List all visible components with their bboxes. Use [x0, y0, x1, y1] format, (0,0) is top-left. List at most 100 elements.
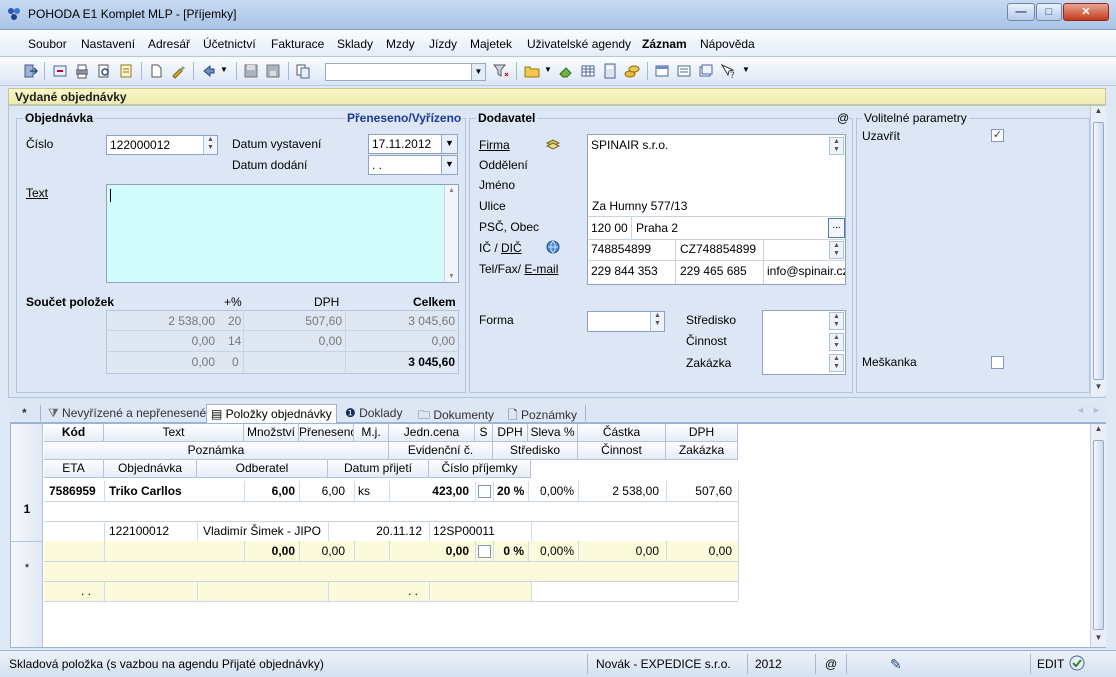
menu-napoveda[interactable]: Nápověda — [700, 37, 755, 51]
psc-value[interactable]: 120 00 — [591, 221, 628, 235]
new-sleva[interactable]: 0,00% — [528, 541, 578, 561]
firma-spinner-icon[interactable]: ▲ ▼ — [829, 137, 844, 155]
row1-s-checkbox[interactable] — [478, 485, 491, 498]
dic-spinner-icon[interactable]: ▲ ▼ — [829, 241, 844, 259]
menu-sklady[interactable]: Sklady — [337, 37, 373, 51]
email-value[interactable]: info@spinair.cz — [767, 264, 845, 278]
menu-nastaveni[interactable]: Nastavení — [81, 37, 135, 51]
maximize-button[interactable]: □ — [1036, 3, 1062, 21]
tab-polozky[interactable]: ▤ Položky objednávky — [206, 404, 337, 423]
coins-icon[interactable] — [624, 63, 640, 79]
documents-icon[interactable] — [698, 63, 714, 79]
col-dph[interactable]: DPH — [666, 424, 738, 442]
exit-agenda-icon[interactable] — [22, 63, 39, 79]
textarea-scrollbar[interactable]: ▲ ▼ — [444, 185, 458, 282]
col-evidencni[interactable]: Evidenční č. — [389, 442, 493, 460]
list-view-icon[interactable] — [676, 63, 692, 79]
datum-vystaveni-input[interactable]: 17.11.2012 ▼ — [368, 134, 458, 154]
copy-icon[interactable] — [295, 63, 311, 79]
row1-dph-pct[interactable]: 20 % — [493, 481, 528, 501]
col-objednavka[interactable]: Objednávka — [104, 460, 197, 478]
new-mnozstvi[interactable]: 0,00 — [244, 541, 299, 561]
menu-soubor[interactable]: Soubor — [28, 37, 67, 51]
tab-scroll-right-icon[interactable]: ► — [1092, 405, 1101, 415]
help-icon[interactable]: ? — [720, 63, 736, 81]
row1-mnozstvi[interactable]: 6,00 — [244, 481, 299, 501]
address-book-icon[interactable] — [545, 137, 561, 153]
print-preview-icon[interactable] — [96, 63, 112, 79]
stredisko-spinner-icon[interactable]: ▲ ▼ — [829, 312, 844, 330]
new-castka[interactable]: 0,00 — [578, 541, 663, 561]
row1-cena[interactable]: 423,00 — [389, 481, 473, 501]
row1-cislo-prijemky[interactable]: 12SP00011 — [429, 521, 499, 541]
col-cislo-prijemky[interactable]: Číslo příjemky — [429, 460, 531, 478]
calculator-icon[interactable] — [602, 63, 618, 79]
col-poznamka[interactable]: Poznámka — [44, 442, 389, 460]
form-scroll-thumb[interactable] — [1093, 122, 1104, 380]
back-dropdown-icon[interactable]: ▼ — [220, 65, 228, 74]
menu-adresar[interactable]: Adresář — [148, 37, 190, 51]
calendar-dropdown-icon[interactable]: ▼ — [441, 135, 457, 153]
forma-input[interactable]: ▲ ▼ — [587, 311, 665, 332]
col-castka[interactable]: Částka — [578, 424, 666, 442]
save-copy-icon[interactable] — [265, 63, 281, 79]
new-dph-pct[interactable]: 0 % — [493, 541, 528, 561]
check-ok-icon[interactable] — [1069, 655, 1085, 671]
scroll-up-icon[interactable]: ▲ — [1091, 106, 1106, 120]
col-s[interactable]: S — [475, 424, 493, 442]
filter-icon[interactable] — [492, 63, 509, 79]
help-dropdown-icon[interactable]: ▼ — [742, 65, 750, 74]
dic-value[interactable]: CZ748854899 — [680, 242, 756, 256]
text-textarea[interactable]: ▲ ▼ — [106, 184, 459, 283]
export-icon[interactable] — [52, 63, 68, 79]
row1-sleva[interactable]: 0,00% — [528, 481, 578, 501]
web-globe-icon[interactable] — [545, 239, 561, 255]
status-at-icon[interactable]: @ — [825, 655, 837, 673]
folder-dropdown-icon[interactable]: ▼ — [544, 65, 552, 74]
table-icon[interactable] — [580, 63, 596, 79]
new-row-sub[interactable] — [44, 581, 531, 601]
print-icon[interactable] — [74, 63, 90, 79]
forma-spinner-icon[interactable]: ▲ ▼ — [650, 312, 664, 331]
row1-preneseno[interactable]: 6,00 — [299, 481, 349, 501]
obec-lookup-button[interactable]: ... — [828, 218, 845, 238]
grid-scroll-thumb[interactable] — [1093, 440, 1104, 630]
fax-value[interactable]: 229 465 685 — [680, 264, 747, 278]
menu-majetek[interactable]: Majetek — [470, 37, 512, 51]
new-dph[interactable]: 0,00 — [666, 541, 736, 561]
row1-kod[interactable]: 7586959 — [45, 481, 100, 501]
meskanka-checkbox[interactable] — [991, 356, 1004, 369]
col-mj[interactable]: M.j. — [354, 424, 389, 442]
col-stredisko[interactable]: Středisko — [493, 442, 578, 460]
col-zakazka[interactable]: Zakázka — [666, 442, 738, 460]
report-icon[interactable] — [118, 63, 134, 79]
col-dph-pct[interactable]: DPH — [493, 424, 528, 442]
col-kod[interactable]: Kód — [44, 424, 104, 442]
folder-icon[interactable] — [524, 63, 540, 79]
status-link[interactable]: Přeneseno/Vyřízeno — [345, 111, 464, 125]
new-preneseno[interactable]: 0,00 — [299, 541, 349, 561]
back-arrow-icon[interactable] — [200, 63, 216, 79]
ic-value[interactable]: 748854899 — [591, 242, 651, 256]
new-cena[interactable]: 0,00 — [389, 541, 473, 561]
row1-text[interactable]: Triko Carllos — [105, 481, 186, 501]
datum-dodani-input[interactable]: . . ▼ — [368, 155, 458, 175]
scroll-down-icon[interactable]: ▼ — [1091, 382, 1106, 396]
tab-nevyrizene[interactable]: ⧩ Nevyřízené a nepřenesené — [44, 404, 210, 423]
quick-filter-combo[interactable]: ▼ — [325, 63, 486, 81]
row1-mj[interactable]: ks — [354, 481, 374, 501]
new-datum-prijeti[interactable]: . . — [404, 581, 422, 601]
eraser-icon[interactable] — [558, 63, 574, 79]
row1-odberatel[interactable]: Vladimír Šimek - JIPO — [199, 521, 325, 541]
minimize-button[interactable]: — — [1007, 3, 1035, 21]
email-at-icon[interactable]: @ — [837, 111, 850, 125]
grid-scrollbar[interactable]: ▲ ▼ — [1090, 424, 1106, 647]
new-eta[interactable]: . . — [77, 581, 95, 601]
menu-zaznam[interactable]: Záznam — [642, 37, 687, 51]
menu-fakturace[interactable]: Fakturace — [271, 37, 324, 51]
tel-value[interactable]: 229 844 353 — [591, 264, 658, 278]
menu-uzivatelske-agendy[interactable]: Uživatelské agendy — [527, 37, 631, 51]
col-odberatel[interactable]: Odberatel — [197, 460, 328, 478]
col-cinnost[interactable]: Činnost — [578, 442, 666, 460]
new-s-checkbox[interactable] — [478, 545, 491, 558]
